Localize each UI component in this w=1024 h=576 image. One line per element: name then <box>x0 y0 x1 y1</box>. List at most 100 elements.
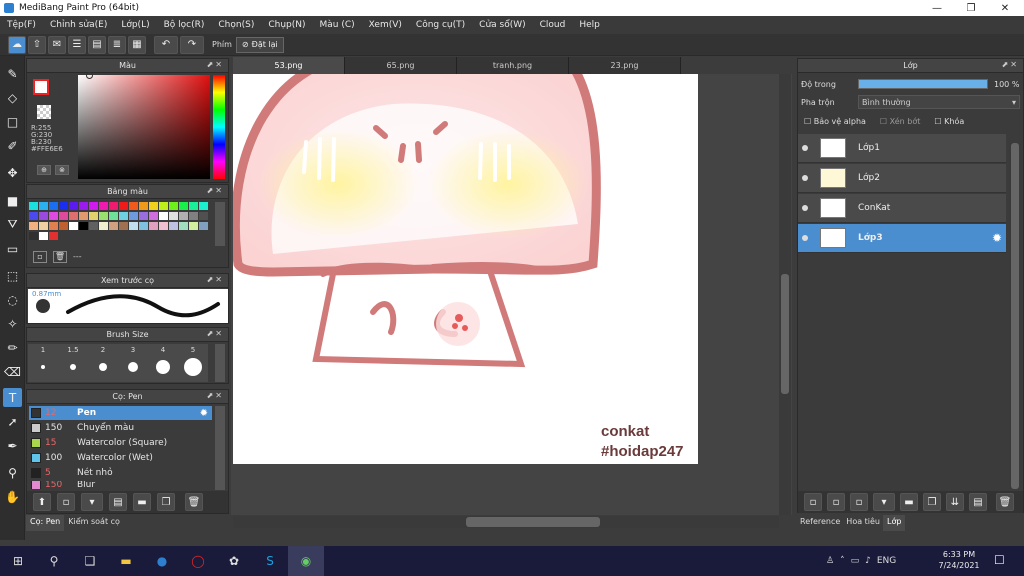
palette-swatch[interactable] <box>49 232 58 240</box>
size-cell-1-5[interactable]: 1.5 <box>58 344 88 382</box>
brush-icon[interactable]: ✎ <box>3 64 22 83</box>
lock-checkbox[interactable]: ☐ Khóa <box>934 117 964 126</box>
palette-swatch[interactable] <box>189 202 198 210</box>
lasso-icon[interactable]: ◌ <box>3 290 22 309</box>
layer-row-lop3[interactable]: Lớp3 ✹ <box>798 224 1006 253</box>
drawing-canvas[interactable]: conkat #hoidap247 <box>233 74 698 464</box>
brush-menu-icon[interactable]: ▾ <box>81 493 103 511</box>
reset-button[interactable]: ⊘ Đặt lại <box>235 36 284 53</box>
chevron-up-icon[interactable]: ˄ <box>840 556 845 566</box>
palette-swatch[interactable] <box>39 212 48 220</box>
saturation-value-picker[interactable] <box>78 75 210 179</box>
palette-swatch[interactable] <box>39 202 48 210</box>
brush-item-fine-line[interactable]: 5 Nét nhỏ <box>29 466 212 480</box>
palette-swatch[interactable] <box>39 222 48 230</box>
undo-icon[interactable]: ↶ <box>154 35 178 54</box>
notification-icon[interactable]: ☐ <box>994 553 1005 567</box>
folder-icon[interactable]: ▬ <box>900 493 918 511</box>
menu-select[interactable]: Chọn(S) <box>211 20 261 30</box>
palette-swatch[interactable] <box>179 202 188 210</box>
close-button[interactable]: ✕ <box>988 0 1022 16</box>
palette-swatch[interactable] <box>169 202 178 210</box>
select-rect-icon[interactable]: ⬚ <box>3 266 22 285</box>
brush-list-scrollbar[interactable] <box>215 406 225 490</box>
palette-swatch[interactable] <box>199 202 208 210</box>
hand-icon[interactable]: ✋ <box>3 487 22 506</box>
palette-swatch[interactable] <box>119 202 128 210</box>
select-pen-icon[interactable]: ✏ <box>3 338 22 357</box>
palette-swatch[interactable] <box>69 212 78 220</box>
palette-swatch[interactable] <box>99 222 108 230</box>
file-explorer-icon[interactable]: ▬ <box>108 546 144 576</box>
operation-icon[interactable]: ➚ <box>3 412 22 431</box>
palette-swatch[interactable] <box>159 212 168 220</box>
palette-swatch[interactable] <box>109 222 118 230</box>
eyedropper-icon[interactable]: ⚲ <box>3 463 22 482</box>
menu-file[interactable]: Tệp(F) <box>0 20 43 30</box>
blend-mode-select[interactable]: Bình thường ▾ <box>858 95 1020 109</box>
grid-icon[interactable]: ▦ <box>128 35 146 54</box>
layer-row-conkat[interactable]: ConKat <box>798 194 1006 223</box>
palette-swatch[interactable] <box>199 222 208 230</box>
brush-item-watercolor-square[interactable]: 15 Watercolor (Square) <box>29 436 212 450</box>
opera-icon[interactable]: ◯ <box>180 546 216 576</box>
palette-swatch[interactable] <box>139 212 148 220</box>
brush-item-gradient[interactable]: 150 Chuyển màu <box>29 421 212 435</box>
share-icon[interactable]: ⇧ <box>28 35 46 54</box>
menu-view[interactable]: Xem(V) <box>362 20 409 30</box>
background-color[interactable] <box>37 105 51 119</box>
document-icon[interactable]: ▤ <box>88 35 106 54</box>
tab-layer[interactable]: Lớp <box>883 515 906 531</box>
palette-swatch[interactable] <box>59 212 68 220</box>
palette-swatch[interactable] <box>99 202 108 210</box>
palette-swatch[interactable] <box>29 212 38 220</box>
palette-swatch[interactable] <box>199 212 208 220</box>
tab-tranh-png[interactable]: tranh.png <box>457 57 569 74</box>
palette-swatch[interactable] <box>69 202 78 210</box>
bucket-icon[interactable]: ⛛ <box>3 215 22 234</box>
brush-size-scrollbar[interactable] <box>215 344 225 382</box>
medibang-taskbar-icon[interactable]: ◉ <box>288 546 324 576</box>
palette-swatch[interactable] <box>69 222 78 230</box>
new-brush-icon[interactable]: ▫ <box>57 493 75 511</box>
palette-swatch[interactable] <box>79 222 88 230</box>
menu-cloud[interactable]: Cloud <box>533 20 573 30</box>
rectangle-icon[interactable]: □ <box>3 112 22 131</box>
palette-swatch[interactable] <box>179 212 188 220</box>
palette-swatch[interactable] <box>59 222 68 230</box>
tab-brush[interactable]: Cọ: Pen <box>26 515 65 531</box>
tab-65-png[interactable]: 65.png <box>345 57 457 74</box>
list-icon[interactable]: ≣ <box>108 35 126 54</box>
add-brush-icon[interactable]: ⬆ <box>33 493 51 511</box>
menu-color[interactable]: Màu (C) <box>313 20 362 30</box>
hue-slider[interactable] <box>213 75 225 179</box>
palette-swatch[interactable] <box>179 222 188 230</box>
gear-icon[interactable]: ✹ <box>992 231 1002 245</box>
palette-swatch[interactable] <box>149 222 158 230</box>
panel-controls-icon[interactable]: ⬈✕ <box>207 275 224 284</box>
size-cell-4[interactable]: 4 <box>148 344 178 382</box>
new-layer-2-icon[interactable]: ▫ <box>827 493 845 511</box>
trash-icon[interactable]: 🗑 <box>185 493 203 511</box>
layer-doc-icon[interactable]: ▤ <box>969 493 987 511</box>
comment-icon[interactable]: ✉ <box>48 35 66 54</box>
panel-controls-icon[interactable]: ⬈✕ <box>207 391 224 400</box>
color-add-icon[interactable]: ⊕ <box>37 165 51 175</box>
tab-53-png[interactable]: 53.png <box>233 57 345 74</box>
fill-shape-icon[interactable]: ■ <box>3 191 22 210</box>
menu-snap[interactable]: Chụp(N) <box>261 20 312 30</box>
copy-layer-icon[interactable]: ❐ <box>923 493 941 511</box>
protect-alpha-checkbox[interactable]: ☐ Bảo vệ alpha <box>804 117 866 126</box>
palette-swatch[interactable] <box>39 232 48 240</box>
task-view-icon[interactable]: ❑ <box>72 546 108 576</box>
merge-icon[interactable]: ⇊ <box>946 493 964 511</box>
palette-swatch[interactable] <box>119 222 128 230</box>
windows-icon[interactable]: ⊞ <box>0 546 36 576</box>
palette-swatch[interactable] <box>89 202 98 210</box>
palette-swatch[interactable] <box>99 212 108 220</box>
menu-tools[interactable]: Công cụ(T) <box>409 20 472 30</box>
tab-reference[interactable]: Reference <box>797 515 843 531</box>
palette-swatch[interactable] <box>129 222 138 230</box>
dropper-icon[interactable]: ✒ <box>3 436 22 455</box>
brush-doc-icon[interactable]: ▤ <box>109 493 127 511</box>
